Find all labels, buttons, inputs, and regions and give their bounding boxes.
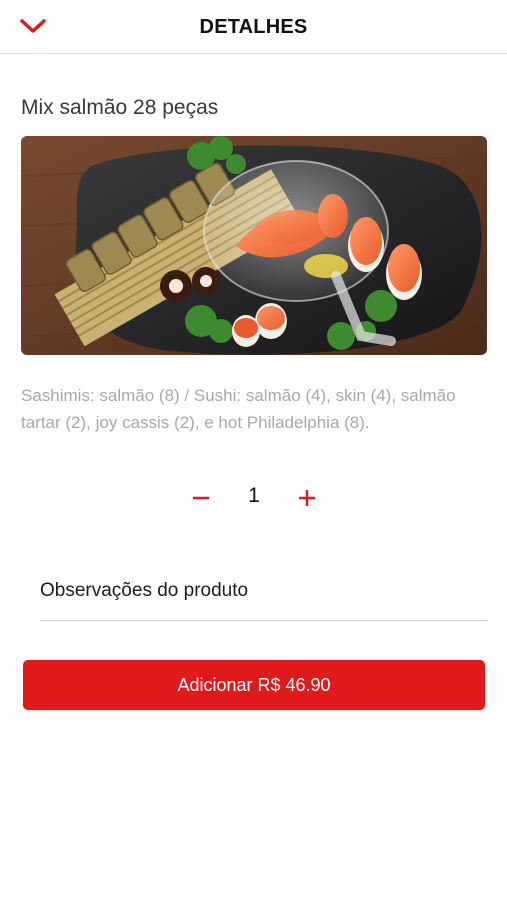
observations-field[interactable]: Observações do produto bbox=[40, 568, 487, 621]
product-name: Mix salmão 28 peças bbox=[21, 96, 219, 119]
page-title: DETALHES bbox=[199, 16, 308, 38]
minus-icon bbox=[191, 488, 211, 513]
header-bar: DETALHES bbox=[0, 0, 507, 54]
product-image bbox=[21, 136, 487, 355]
increase-quantity-button[interactable] bbox=[289, 482, 325, 518]
observations-label: Observações do produto bbox=[40, 580, 249, 601]
product-description: Sashimis: salmão (8) / Sushi: salmão (4)… bbox=[21, 386, 456, 432]
quantity-stepper: 1 bbox=[0, 478, 507, 522]
quantity-value: 1 bbox=[248, 484, 260, 507]
product-details-screen: DETALHES Mix salmão 28 peças Sashimis: s… bbox=[0, 0, 507, 900]
decrease-quantity-button[interactable] bbox=[183, 482, 219, 518]
plus-icon bbox=[297, 488, 317, 513]
add-to-cart-button[interactable]: Adicionar R$ 46.90 bbox=[23, 660, 485, 710]
